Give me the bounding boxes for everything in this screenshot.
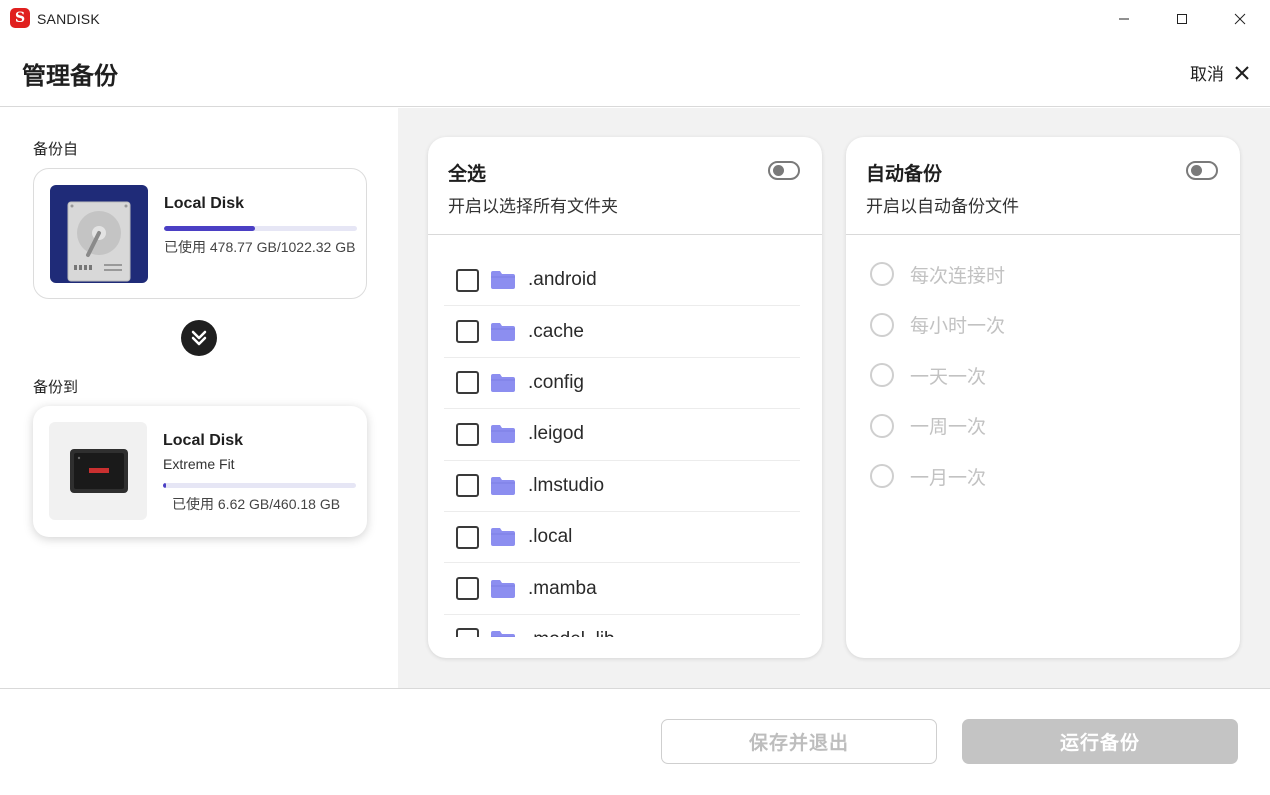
schedule-option[interactable]: 一月一次: [870, 451, 1005, 502]
destination-disk-name: Local Disk: [163, 432, 244, 449]
radio-button[interactable]: [870, 363, 894, 388]
folder-row[interactable]: .local: [444, 512, 800, 564]
folder-name: .cache: [528, 320, 584, 342]
folder-name: .mamba: [528, 577, 597, 599]
folder-row[interactable]: .config: [444, 358, 800, 410]
folder-checkbox[interactable]: [456, 422, 479, 446]
auto-backup-title: 自动备份: [866, 164, 943, 185]
folder-row[interactable]: .mamba: [444, 563, 800, 615]
folder-name: .lmstudio: [528, 474, 605, 496]
close-icon: [1234, 13, 1246, 25]
destination-usage-bar: [163, 483, 356, 488]
auto-backup-toggle[interactable]: [1186, 161, 1218, 180]
auto-backup-card: 自动备份 开启以自动备份文件 每次连接时每小时一次一天一次一周一次一月一次: [846, 137, 1240, 658]
folder-checkbox[interactable]: [456, 371, 479, 395]
destination-disk-card[interactable]: Local Disk Extreme Fit 已使用 6.62 GB/460.1…: [33, 406, 367, 537]
hard-drive-icon: [50, 185, 148, 283]
folder-icon: [491, 630, 515, 637]
toggle-knob: [1191, 165, 1202, 176]
destination-label: 备份到: [33, 379, 79, 396]
folder-row[interactable]: .model_lib: [444, 615, 800, 637]
folder-checkbox[interactable]: [456, 577, 479, 601]
external-ssd-icon: [49, 422, 147, 520]
folder-row[interactable]: .leigod: [444, 409, 800, 461]
backup-source-destination-panel: 备份自 Local Disk 已使用 478.77 GB/1022.32 GB …: [0, 108, 398, 688]
select-all-toggle[interactable]: [768, 161, 800, 180]
folder-name: .local: [528, 526, 573, 548]
radio-button[interactable]: [870, 413, 894, 438]
close-window-button[interactable]: [1211, 0, 1269, 38]
folder-icon: [491, 271, 515, 290]
folder-icon: [491, 322, 515, 341]
radio-button[interactable]: [870, 262, 894, 287]
folder-row[interactable]: .lmstudio: [444, 461, 800, 512]
folder-icon: [491, 373, 515, 392]
folder-icon: [491, 528, 515, 547]
folder-checkbox[interactable]: [456, 474, 479, 498]
folder-name: .model_lib: [528, 629, 615, 637]
sandisk-logo-icon: S: [10, 8, 30, 28]
folder-icon: [491, 579, 515, 598]
folder-checkbox[interactable]: [456, 525, 479, 549]
schedule-option[interactable]: 一天一次: [870, 350, 1005, 401]
source-disk-name: Local Disk: [164, 195, 245, 212]
close-icon: [1235, 65, 1249, 80]
toggle-knob: [773, 165, 784, 176]
folder-row[interactable]: .cache: [444, 306, 800, 358]
folder-checkbox[interactable]: [456, 628, 479, 637]
destination-usage-fill: [163, 483, 166, 488]
source-disk-card[interactable]: Local Disk 已使用 478.77 GB/1022.32 GB: [33, 168, 367, 299]
schedule-option-label: 一周一次: [910, 417, 987, 439]
minimize-button[interactable]: [1095, 0, 1153, 38]
schedule-option-label: 一月一次: [910, 467, 987, 489]
select-all-subtitle: 开启以选择所有文件夹: [448, 197, 618, 216]
source-usage-fill: [164, 226, 255, 231]
divider: [428, 234, 822, 235]
source-usage-bar: [164, 226, 357, 231]
schedule-option-label: 每小时一次: [910, 316, 1006, 338]
save-and-exit-button[interactable]: 保存并退出: [661, 719, 937, 764]
schedule-option[interactable]: 一周一次: [870, 401, 1005, 452]
source-usage-text: 已使用 478.77 GB/1022.32 GB: [164, 239, 356, 255]
maximize-icon: [1177, 14, 1187, 24]
run-backup-button[interactable]: 运行备份: [962, 719, 1238, 764]
app-name: SANDISK: [37, 11, 100, 27]
schedule-option[interactable]: 每次连接时: [870, 249, 1005, 300]
cancel-button[interactable]: 取消: [1190, 60, 1250, 85]
footer-bar: 保存并退出 运行备份: [0, 688, 1270, 795]
select-all-title: 全选: [448, 164, 487, 185]
folder-icon: [491, 476, 515, 495]
minimize-icon: [1119, 18, 1129, 20]
schedule-option-label: 一天一次: [910, 366, 987, 388]
schedule-option[interactable]: 每小时一次: [870, 300, 1005, 351]
cancel-label: 取消: [1190, 65, 1224, 84]
divider: [846, 234, 1240, 235]
schedule-option-label: 每次连接时: [910, 265, 1006, 287]
folder-selection-card: 全选 开启以选择所有文件夹 .android .cache .config .leig…: [428, 137, 822, 658]
folder-row[interactable]: .android: [444, 255, 800, 307]
title-bar: S SANDISK: [0, 0, 1270, 38]
destination-disk-model: Extreme Fit: [163, 456, 235, 472]
chevron-double-down-icon: [181, 320, 217, 356]
backup-options-area: 全选 开启以选择所有文件夹 .android .cache .config .leig…: [398, 108, 1270, 688]
maximize-button[interactable]: [1153, 0, 1211, 38]
schedule-options: 每次连接时每小时一次一天一次一周一次一月一次: [870, 249, 1005, 502]
folder-list[interactable]: .android .cache .config .leigod .lmstudio .lo…: [444, 255, 800, 637]
folder-checkbox[interactable]: [456, 320, 479, 344]
folder-checkbox[interactable]: [456, 268, 479, 292]
auto-backup-subtitle: 开启以自动备份文件: [866, 197, 1019, 216]
destination-usage-text: 已使用 6.62 GB/460.18 GB: [172, 496, 341, 512]
source-label: 备份自: [33, 141, 79, 158]
radio-button[interactable]: [870, 312, 894, 337]
folder-icon: [491, 425, 515, 444]
radio-button[interactable]: [870, 464, 894, 489]
folder-name: .android: [528, 269, 597, 291]
folder-name: .config: [528, 371, 584, 393]
page-title: 管理备份: [22, 63, 118, 90]
page-header: 管理备份 取消: [0, 38, 1270, 107]
folder-name: .leigod: [528, 423, 584, 445]
